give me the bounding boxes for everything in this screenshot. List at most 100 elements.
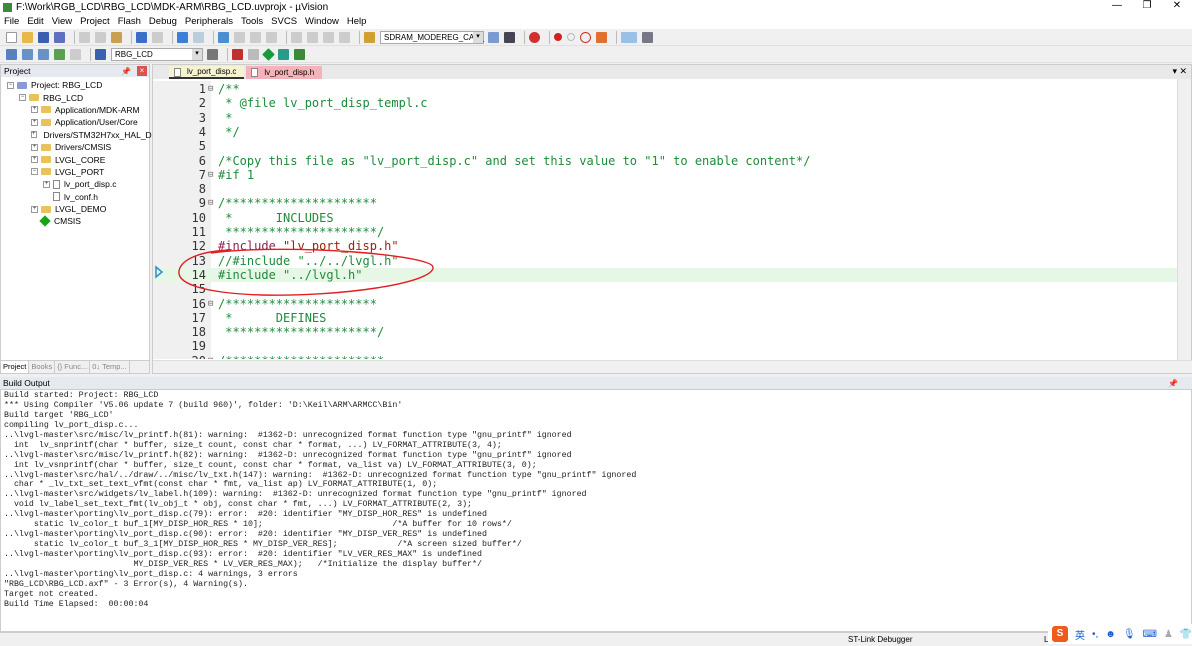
punctuation-icon[interactable]: •, xyxy=(1092,629,1098,640)
code-editor[interactable]: lv_port_disp.c lv_port_disp.h ▾ ✕ 1 ⊟/** 2… xyxy=(152,64,1192,374)
clear-bookmarks-icon[interactable] xyxy=(266,31,277,43)
build-output-line[interactable]: ..\lvgl-master\porting\lv_port_disp.c(90… xyxy=(4,530,1188,540)
fold-toggle-icon[interactable]: ⊟ xyxy=(208,354,213,359)
minimize-button[interactable]: — xyxy=(1102,0,1132,11)
tree-item[interactable]: + Drivers/STM32H7xx_HAL_Dri xyxy=(1,129,156,141)
build-output-line[interactable]: *** Using Compiler 'V5.06 update 7 (buil… xyxy=(4,401,1188,411)
tree-item[interactable]: CMSIS xyxy=(1,215,149,228)
indent-icon[interactable] xyxy=(291,31,302,43)
menu-edit[interactable]: Edit xyxy=(27,16,43,27)
horizontal-scrollbar[interactable] xyxy=(153,360,1192,373)
build-output-line[interactable]: void lv_label_set_text_fmt(lv_obj_t * ob… xyxy=(4,500,1188,510)
copy-icon[interactable] xyxy=(95,31,106,43)
tab-project[interactable]: Project xyxy=(1,361,30,373)
open-file-icon[interactable] xyxy=(22,31,33,43)
kill-breakpoints-icon[interactable] xyxy=(596,31,607,43)
tree-item[interactable]: + lv_port_disp.c xyxy=(1,178,149,190)
save-icon[interactable] xyxy=(38,31,49,43)
expand-icon[interactable]: + xyxy=(31,131,37,139)
comment-icon[interactable] xyxy=(323,31,334,43)
tree-item[interactable]: − LVGL_PORT xyxy=(1,166,149,178)
code-line[interactable]: 10 * INCLUDES xyxy=(153,211,1178,225)
pin-icon[interactable]: 📌 xyxy=(1168,379,1178,388)
tab-lv-port-disp-h[interactable]: lv_port_disp.h xyxy=(246,66,323,79)
ime-mode[interactable]: 英 xyxy=(1075,627,1085,642)
tree-item[interactable]: + LVGL_CORE xyxy=(1,153,149,165)
build-output-line[interactable]: int lv_vsnprintf(char * buffer, size_t c… xyxy=(4,461,1188,471)
menu-file[interactable]: File xyxy=(4,16,19,27)
build-output-line[interactable]: ..\lvgl-master\src/hal/../draw/../misc/l… xyxy=(4,471,1188,481)
build-output-line[interactable]: ..\lvgl-master\porting\lv_port_disp.c(93… xyxy=(4,550,1188,560)
keyboard-icon[interactable]: ⌨ xyxy=(1143,629,1157,640)
stop-build-icon[interactable] xyxy=(70,48,81,60)
code-line[interactable]: 2 * @file lv_port_disp_templ.c xyxy=(153,96,1178,110)
batch-build-icon[interactable] xyxy=(54,48,65,60)
target-select[interactable]: RBG_LCD ▾ xyxy=(111,47,203,61)
vertical-scrollbar[interactable] xyxy=(1177,79,1191,361)
tree-item[interactable]: + LVGL_DEMO xyxy=(1,203,149,215)
menu-help[interactable]: Help xyxy=(347,16,367,27)
disable-breakpoint-icon[interactable] xyxy=(567,33,575,41)
build-output-line[interactable]: "RBG_LCD\RBG_LCD.axf" - 3 Error(s), 4 Wa… xyxy=(4,580,1188,590)
tree-item[interactable]: + Application/User/Core xyxy=(1,116,149,128)
close-icon[interactable]: × xyxy=(137,66,147,76)
code-line[interactable]: 17 * DEFINES xyxy=(153,311,1178,325)
build-icon[interactable] xyxy=(22,48,33,60)
build-output-line[interactable]: MY_DISP_VER_RES * LV_VER_RES_MAX); /*Ini… xyxy=(4,560,1188,570)
expand-icon[interactable]: + xyxy=(31,205,38,213)
build-output-line[interactable]: static lv_color_t buf_1[MY_DISP_HOR_RES … xyxy=(4,520,1188,530)
next-bookmark-icon[interactable] xyxy=(250,31,261,43)
redo-icon[interactable] xyxy=(152,31,163,43)
expand-icon[interactable]: + xyxy=(31,156,38,164)
code-line[interactable]: 1 ⊟ /** xyxy=(153,82,1178,96)
build-output-line[interactable]: ..\lvgl-master\src/misc/lv_printf.h(82):… xyxy=(4,451,1188,461)
collapse-icon[interactable]: − xyxy=(19,94,26,102)
menu-peripherals[interactable]: Peripherals xyxy=(185,16,233,27)
menu-view[interactable]: View xyxy=(52,16,72,27)
build-output-line[interactable]: ..\lvgl-master\src/widgets/lv_label.h(10… xyxy=(4,490,1188,500)
emoji-icon[interactable]: ☻ xyxy=(1105,629,1116,640)
microphone-icon[interactable]: 🎙 xyxy=(1123,629,1136,640)
window-layout-icon[interactable] xyxy=(621,31,637,43)
prev-bookmark-icon[interactable] xyxy=(234,31,245,43)
run-time-environment-icon[interactable] xyxy=(262,47,275,61)
cut-icon[interactable] xyxy=(79,31,90,43)
code-line[interactable]: 6 /*Copy this file as "lv_port_disp.c" an… xyxy=(153,154,1178,168)
collapse-icon[interactable]: − xyxy=(31,168,38,176)
tree-item[interactable]: + Application/MDK-ARM xyxy=(1,104,149,116)
find-in-files-icon[interactable] xyxy=(364,31,375,43)
collapse-icon[interactable]: − xyxy=(7,81,14,89)
skin-icon[interactable]: 👕 xyxy=(1180,629,1192,640)
build-output-line[interactable]: Build target 'RBG_LCD' xyxy=(4,411,1188,421)
tree-item[interactable]: + Drivers/CMSIS xyxy=(1,141,149,153)
code-line[interactable]: 20⊟ /********************** xyxy=(153,354,1178,359)
pack-installer-icon[interactable] xyxy=(278,48,289,60)
menu-svcs[interactable]: SVCS xyxy=(271,16,297,27)
tree-item[interactable]: − RBG_LCD xyxy=(1,91,149,103)
find-combo[interactable]: SDRAM_MODEREG_CAS_ ▾ xyxy=(380,30,484,44)
new-file-icon[interactable] xyxy=(6,31,17,43)
build-output-line[interactable]: static lv_color_t buf_3_1[MY_DISP_HOR_RE… xyxy=(4,540,1188,550)
select-packs-icon[interactable] xyxy=(248,48,259,60)
find-icon[interactable] xyxy=(488,31,499,43)
build-output-line[interactable]: char * _lv_txt_set_text_vfmt(const char … xyxy=(4,480,1188,490)
debug-session-icon[interactable] xyxy=(529,31,540,43)
tab-lv-port-disp-c[interactable]: lv_port_disp.c xyxy=(169,66,245,79)
tab-functions[interactable]: {} Func... xyxy=(55,361,91,373)
build-output-line[interactable]: ..\lvgl-master\porting\lv_port_disp.c: 4… xyxy=(4,570,1188,580)
configure-icon[interactable] xyxy=(642,31,653,43)
code-line[interactable]: 8 xyxy=(153,182,1178,196)
undo-icon[interactable] xyxy=(136,31,147,43)
save-all-icon[interactable] xyxy=(54,31,65,43)
manage-project-icon[interactable] xyxy=(232,48,243,60)
pin-icon[interactable]: 📌 xyxy=(121,67,131,76)
paste-icon[interactable] xyxy=(111,31,122,43)
fold-toggle-icon[interactable]: ⊟ xyxy=(208,82,213,96)
incremental-find-icon[interactable] xyxy=(504,31,515,43)
bookmark-icon[interactable] xyxy=(218,31,229,43)
build-output-line[interactable]: Target not created. xyxy=(4,590,1188,600)
tree-item[interactable]: lv_conf.h xyxy=(1,191,149,203)
sogou-logo[interactable]: S xyxy=(1052,626,1068,642)
download-icon[interactable] xyxy=(95,48,106,60)
expand-icon[interactable]: + xyxy=(31,118,38,126)
